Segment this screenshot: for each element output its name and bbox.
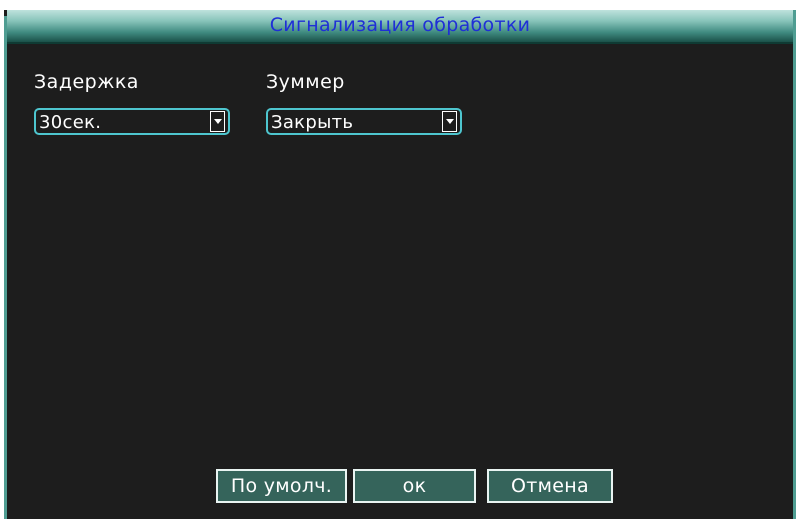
buzzer-select[interactable]: Закрыть <box>266 108 462 135</box>
title-bar: Сигнализация обработки <box>7 10 793 44</box>
buzzer-dropdown-button[interactable] <box>442 111 457 132</box>
delay-select-value: 30сек. <box>39 112 102 133</box>
buzzer-select-value: Закрыть <box>271 112 354 133</box>
chevron-down-icon <box>214 119 222 124</box>
buzzer-label: Зуммер <box>266 71 345 93</box>
delay-label: Задержка <box>34 71 139 93</box>
chevron-down-icon <box>446 119 454 124</box>
ok-button[interactable]: ок <box>353 469 476 503</box>
delay-select[interactable]: 30сек. <box>34 108 230 135</box>
dialog-title: Сигнализация обработки <box>269 14 531 36</box>
delay-dropdown-button[interactable] <box>210 111 225 132</box>
cancel-button[interactable]: Отмена <box>487 469 613 503</box>
default-button[interactable]: По умолч. <box>216 469 347 503</box>
alarm-handling-dialog: Сигнализация обработки Задержка 30сек. З… <box>4 10 796 519</box>
